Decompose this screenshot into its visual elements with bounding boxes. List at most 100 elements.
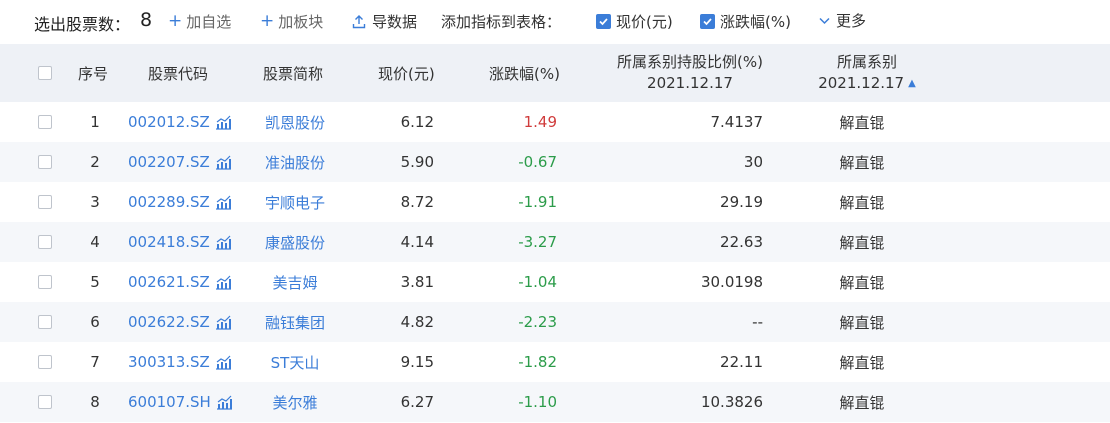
add-sector-button[interactable]: + 加板块 [260, 11, 323, 32]
more-button[interactable]: 更多 [818, 10, 866, 31]
stock-name-link[interactable]: ST天山 [263, 342, 327, 382]
row-checkbox[interactable] [38, 102, 52, 142]
chart-icon[interactable] [215, 155, 232, 170]
checkbox-icon [38, 235, 52, 249]
chart-icon[interactable] [215, 235, 232, 250]
table-row[interactable]: 3 002289.SZ 宇顺电子 8.72 -1.91 29.19 解直锟 [0, 182, 1110, 222]
table-row[interactable]: 6 002622.SZ 融钰集团 4.82 -2.23 -- 解直锟 [0, 302, 1110, 342]
row-seq: 3 [90, 193, 100, 211]
chart-icon[interactable] [215, 115, 232, 130]
row-checkbox[interactable] [38, 222, 52, 262]
column-holding-date: 2021.12.17 [647, 74, 733, 92]
row-price: 3.81 [400, 273, 434, 291]
row-change: -1.91 [518, 193, 557, 211]
row-checkbox[interactable] [38, 142, 52, 182]
row-code-cell[interactable]: 002621.SZ [128, 262, 232, 302]
export-data-button[interactable]: 导数据 [352, 11, 417, 32]
row-series: 解直锟 [839, 193, 885, 212]
stock-name-link[interactable]: 美尔雅 [263, 382, 327, 422]
row-change: 1.49 [523, 113, 557, 131]
chart-icon[interactable] [216, 395, 233, 410]
checkbox-checked-icon [700, 14, 715, 29]
sort-ascending-icon: ▲ [908, 78, 916, 89]
row-code-cell[interactable]: 002289.SZ [128, 182, 232, 222]
add-sector-label: 加板块 [278, 13, 324, 31]
row-seq: 1 [90, 113, 100, 131]
select-all-checkbox[interactable] [38, 44, 52, 102]
stock-name-link[interactable]: 凯恩股份 [263, 102, 327, 142]
row-code-cell[interactable]: 002622.SZ [128, 302, 232, 342]
column-holding-ratio[interactable]: 所属系别持股比例(%) 2021.12.17 [612, 44, 768, 102]
row-code-cell[interactable]: 300313.SZ [128, 342, 232, 382]
add-watchlist-button[interactable]: + 加自选 [168, 11, 231, 32]
row-code-cell[interactable]: 002012.SZ [128, 102, 232, 142]
checkbox-price[interactable]: 现价(元) [596, 11, 673, 32]
column-series-date: 2021.12.17 [818, 74, 905, 92]
stock-name-link[interactable]: 融钰集团 [263, 302, 327, 342]
row-checkbox[interactable] [38, 382, 52, 422]
stock-code-link[interactable]: 002012.SZ [128, 113, 210, 131]
column-name[interactable]: 股票简称 [263, 44, 323, 102]
stock-code-link[interactable]: 002418.SZ [128, 233, 210, 251]
row-checkbox[interactable] [38, 182, 52, 222]
column-series-title: 所属系别 [836, 53, 897, 71]
row-series: 解直锟 [839, 313, 885, 332]
row-seq: 5 [90, 273, 100, 291]
chevron-down-icon [819, 17, 830, 25]
more-label: 更多 [836, 12, 867, 30]
stock-code-link[interactable]: 002621.SZ [128, 273, 210, 291]
row-checkbox[interactable] [38, 302, 52, 342]
checkbox-icon [38, 355, 52, 369]
stock-code-link[interactable]: 300313.SZ [128, 353, 210, 371]
table-header: 序号 股票代码 股票简称 现价(元) 涨跌幅(%) 所属系别持股比例(%) 20… [0, 44, 1110, 102]
toolbar: 选出股票数： 8 + 加自选 + 加板块 导数据 添加指标到表格： 现价(元) … [0, 0, 1110, 44]
stock-name-link[interactable]: 美吉姆 [263, 262, 327, 302]
stock-name-link[interactable]: 康盛股份 [263, 222, 327, 262]
row-series: 解直锟 [839, 113, 885, 132]
checkbox-checked-icon [596, 14, 611, 29]
checkbox-icon [38, 155, 52, 169]
stock-code-link[interactable]: 002207.SZ [128, 153, 210, 171]
chart-icon[interactable] [215, 195, 232, 210]
row-code-cell[interactable]: 002418.SZ [128, 222, 232, 262]
row-price: 4.82 [400, 313, 434, 331]
column-series[interactable]: 所属系别 2021.12.17 ▲ [812, 44, 922, 102]
add-watchlist-label: 加自选 [186, 13, 232, 31]
table-row[interactable]: 2 002207.SZ 准油股份 5.90 -0.67 30 解直锟 [0, 142, 1110, 182]
stock-code-link[interactable]: 002622.SZ [128, 313, 210, 331]
row-change: -1.82 [518, 353, 557, 371]
table-body: 1 002012.SZ 凯恩股份 6.12 1.49 7.4137 解直锟 2 002207.S… [0, 102, 1110, 422]
table-row[interactable]: 7 300313.SZ ST天山 9.15 -1.82 22.11 解直锟 [0, 342, 1110, 382]
chart-icon[interactable] [215, 315, 232, 330]
stock-name-link[interactable]: 宇顺电子 [263, 182, 327, 222]
table-row[interactable]: 8 600107.SH 美尔雅 6.27 -1.10 10.3826 解直锟 [0, 382, 1110, 422]
row-seq: 4 [90, 233, 100, 251]
column-code[interactable]: 股票代码 [148, 44, 208, 102]
chart-icon[interactable] [215, 355, 232, 370]
stock-name-link[interactable]: 准油股份 [263, 142, 327, 182]
row-holding-ratio: 22.63 [720, 233, 763, 251]
row-holding-ratio: 22.11 [720, 353, 763, 371]
row-checkbox[interactable] [38, 262, 52, 302]
row-price: 6.12 [400, 113, 434, 131]
row-seq: 6 [90, 313, 100, 331]
row-holding-ratio: -- [752, 313, 763, 331]
row-price: 9.15 [400, 353, 434, 371]
row-checkbox[interactable] [38, 342, 52, 382]
plus-icon: + [168, 11, 183, 31]
column-holding-title: 所属系别持股比例(%) [617, 53, 763, 71]
row-code-cell[interactable]: 600107.SH [128, 382, 233, 422]
table-row[interactable]: 1 002012.SZ 凯恩股份 6.12 1.49 7.4137 解直锟 [0, 102, 1110, 142]
stock-code-link[interactable]: 600107.SH [128, 393, 211, 411]
table-row[interactable]: 5 002621.SZ 美吉姆 3.81 -1.04 30.0198 解直锟 [0, 262, 1110, 302]
row-series: 解直锟 [839, 353, 885, 372]
chart-icon[interactable] [215, 275, 232, 290]
column-change[interactable]: 涨跌幅(%) [489, 44, 560, 102]
column-price[interactable]: 现价(元) [378, 44, 435, 102]
row-seq: 7 [90, 353, 100, 371]
row-series: 解直锟 [839, 273, 885, 292]
row-code-cell[interactable]: 002207.SZ [128, 142, 232, 182]
stock-code-link[interactable]: 002289.SZ [128, 193, 210, 211]
table-row[interactable]: 4 002418.SZ 康盛股份 4.14 -3.27 22.63 解直锟 [0, 222, 1110, 262]
checkbox-change[interactable]: 涨跌幅(%) [700, 11, 791, 32]
